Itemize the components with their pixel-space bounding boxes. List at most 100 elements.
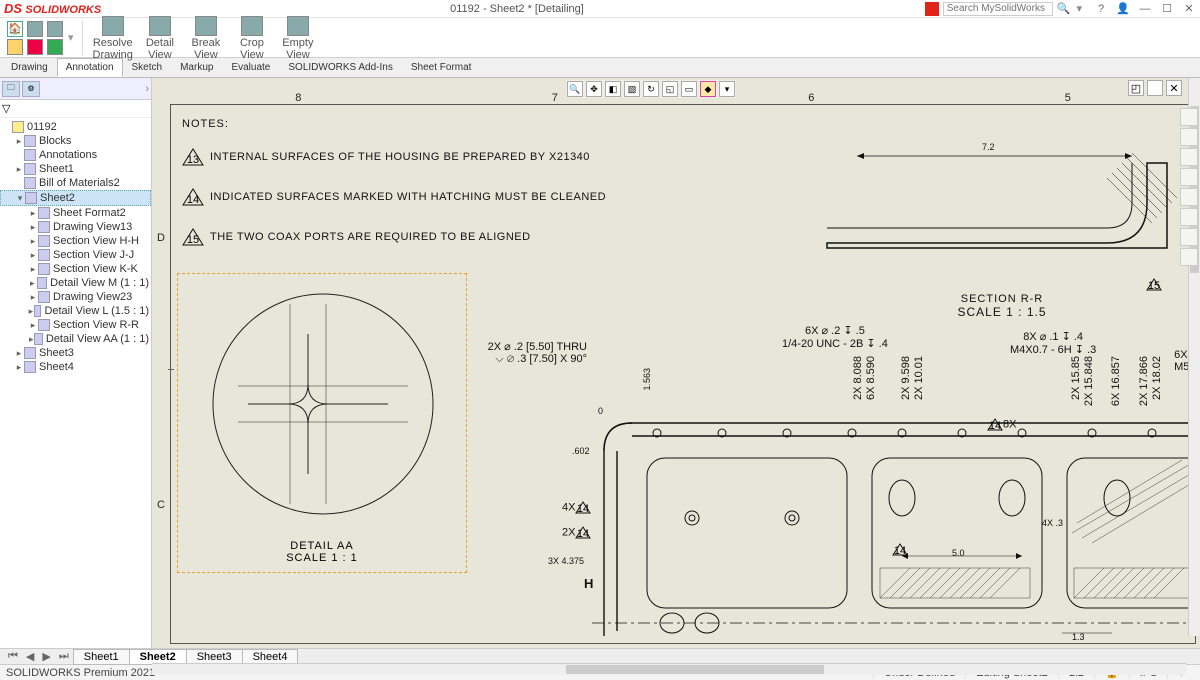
- svg-text:14: 14: [577, 528, 589, 539]
- ribbon-crop-view[interactable]: CropView: [233, 15, 271, 61]
- tree-item[interactable]: ▸Section View J-J: [0, 248, 151, 262]
- close-button[interactable]: ✕: [1182, 2, 1196, 16]
- canvas-scrollbar-h[interactable]: [152, 663, 1186, 675]
- tab-sheet-format[interactable]: Sheet Format: [402, 58, 481, 77]
- tree-item[interactable]: ▸Detail View L (1.5 : 1): [0, 304, 151, 318]
- taskpane-file-explorer-icon[interactable]: [1180, 168, 1198, 186]
- feature-tree: 01192 ▸BlocksAnnotations▸Sheet1Bill of M…: [0, 118, 151, 648]
- detail-aa-title: DETAIL AA: [178, 540, 466, 552]
- flag-15-icon: 15: [1146, 278, 1162, 291]
- sheet-nav-first-icon[interactable]: ⏮: [4, 650, 22, 663]
- section-rr-view[interactable]: 7.2 32 32 15 SECTION R-R SCALE 1 : 1.5: [822, 148, 1182, 323]
- tree-item[interactable]: ▸Drawing View23: [0, 290, 151, 304]
- view-ctl-1-icon[interactable]: ◰: [1128, 80, 1144, 96]
- ribbon-empty-view[interactable]: EmptyView: [279, 15, 317, 61]
- tree-item[interactable]: ▸Section View K-K: [0, 262, 151, 276]
- tab-sketch[interactable]: Sketch: [123, 58, 172, 77]
- tab-markup[interactable]: Markup: [171, 58, 222, 77]
- hud-tool-6-icon[interactable]: ◱: [662, 81, 678, 97]
- maximize-button[interactable]: ☐: [1160, 2, 1174, 16]
- panel-chevron-icon[interactable]: ›: [145, 83, 149, 95]
- flag-triangle-icon: 13: [182, 148, 204, 166]
- section-h-marker: H: [584, 576, 593, 591]
- flag-14-4x: 4X14: [562, 501, 591, 514]
- filter-icon[interactable]: ▽: [2, 102, 14, 114]
- hud-pan-icon[interactable]: ✥: [586, 81, 602, 97]
- main-body-view[interactable]: 2X ⌀ .2 [5.50] THRU⌵ ⌀ .3 [7.50] X 90° 6…: [592, 378, 1200, 644]
- tree-item[interactable]: ▸Sheet4: [0, 360, 151, 374]
- fm-tab-tree-icon[interactable]: 🗀: [2, 81, 20, 97]
- tree-item[interactable]: ▾Sheet2: [0, 190, 151, 206]
- tree-item[interactable]: ▸Sheet1: [0, 162, 151, 176]
- tab-solidworks-add-ins[interactable]: SOLIDWORKS Add-Ins: [279, 58, 401, 77]
- hud-tool-8-icon[interactable]: ◆: [700, 81, 716, 97]
- help-icon[interactable]: ?: [1094, 2, 1108, 16]
- qat-icon-1[interactable]: [27, 21, 43, 37]
- tree-item[interactable]: ▸Sheet3: [0, 346, 151, 360]
- sheet-nav-next-icon[interactable]: ▶: [38, 650, 54, 663]
- taskpane-design-library-icon[interactable]: [1180, 148, 1198, 166]
- hud-zoom-icon[interactable]: 🔍: [567, 81, 583, 97]
- user-icon[interactable]: 👤: [1116, 2, 1130, 16]
- hud-tool-3-icon[interactable]: ◧: [605, 81, 621, 97]
- tree-item[interactable]: Annotations: [0, 148, 151, 162]
- ribbon-resolve-drawing[interactable]: ResolveDrawing: [93, 15, 133, 61]
- tab-evaluate[interactable]: Evaluate: [222, 58, 279, 77]
- sheet-tabs-bar: ⏮ ◀ ▶ ⏭ Sheet1Sheet2Sheet3Sheet4: [0, 648, 1200, 664]
- hud-tool-9-icon[interactable]: ▾: [719, 81, 735, 97]
- taskpane-home-icon[interactable]: [1180, 108, 1198, 126]
- view-ctl-close-icon[interactable]: ✕: [1166, 80, 1182, 96]
- tree-item[interactable]: Bill of Materials2: [0, 176, 151, 190]
- taskpane-view-palette-icon[interactable]: [1180, 188, 1198, 206]
- detail-aa-view[interactable]: DETAIL AA SCALE 1 : 1: [177, 273, 467, 573]
- taskpane-forum-icon[interactable]: [1180, 248, 1198, 266]
- dim-7-2: 7.2: [982, 142, 995, 152]
- taskpane-resources-icon[interactable]: [1180, 128, 1198, 146]
- open-icon[interactable]: [7, 39, 23, 55]
- tree-item[interactable]: ▸Detail View M (1 : 1): [0, 276, 151, 290]
- minimize-button[interactable]: —: [1138, 2, 1152, 16]
- tree-item[interactable]: ▸Detail View AA (1 : 1): [0, 332, 151, 346]
- note-row: 14INDICATED SURFACES MARKED WITH HATCHIN…: [182, 188, 606, 206]
- ribbon-break-view[interactable]: BreakView: [187, 15, 225, 61]
- taskpane-appearances-icon[interactable]: [1180, 208, 1198, 226]
- hud-tool-5-icon[interactable]: ↻: [643, 81, 659, 97]
- mysolidworks-icon[interactable]: [925, 2, 939, 16]
- drawing-canvas[interactable]: 🔍 ✥ ◧ ▧ ↻ ◱ ▭ ◆ ▾ ◰ ✕ 8: [152, 78, 1200, 648]
- sheet-nav-prev-icon[interactable]: ◀: [22, 650, 38, 663]
- flag-14-aa: 14: [892, 543, 908, 556]
- app-logo: DS SOLIDWORKS: [4, 1, 101, 16]
- detail-aa-scale: SCALE 1 : 1: [178, 552, 466, 564]
- feature-manager-panel: 🗀 ⚙ › ▽ 01192 ▸BlocksAnnotations▸Sheet1B…: [0, 78, 152, 648]
- tree-item[interactable]: ▸Blocks: [0, 134, 151, 148]
- svg-text:14: 14: [187, 194, 199, 206]
- sheet-tab-sheet1[interactable]: Sheet1: [73, 649, 130, 665]
- ord-8590: 6X 8.590: [865, 356, 877, 400]
- ribbon-detail-view[interactable]: DetailView: [141, 15, 179, 61]
- dim-4x3: 4X .3: [1042, 518, 1063, 528]
- search-glass-icon[interactable]: 🔍: [1057, 2, 1071, 15]
- tab-drawing[interactable]: Drawing: [2, 58, 57, 77]
- home-icon[interactable]: 🏠: [7, 21, 23, 37]
- hud-tool-7-icon[interactable]: ▭: [681, 81, 697, 97]
- heads-up-toolbar: 🔍 ✥ ◧ ▧ ↻ ◱ ▭ ◆ ▾: [566, 80, 736, 98]
- tree-item[interactable]: ▸Section View H-H: [0, 234, 151, 248]
- view-ctl-2-icon[interactable]: [1147, 80, 1163, 96]
- taskpane-custom-props-icon[interactable]: [1180, 228, 1198, 246]
- sheet-nav-last-icon[interactable]: ⏭: [55, 650, 73, 663]
- tree-item[interactable]: ▸Sheet Format2: [0, 206, 151, 220]
- search-input[interactable]: [943, 2, 1053, 16]
- tree-item[interactable]: ▸Section View R-R: [0, 318, 151, 332]
- annot-unc: 6X ⌀ .2 ↧ .51/4-20 UNC - 2B ↧ .4: [782, 324, 888, 350]
- qat-icon-3[interactable]: [47, 21, 63, 37]
- hud-tool-4-icon[interactable]: ▧: [624, 81, 640, 97]
- fm-tab-config-icon[interactable]: ⚙: [22, 81, 40, 97]
- qat-icon-4[interactable]: [47, 39, 63, 55]
- tree-item[interactable]: ▸Drawing View13: [0, 220, 151, 234]
- qat-icon-2[interactable]: [27, 39, 43, 55]
- ribbon: 🏠 ▾ ResolveDrawingDetailViewBreakViewCro…: [0, 18, 1200, 58]
- tree-root[interactable]: 01192: [0, 120, 151, 134]
- dim-13: 1.3: [1072, 632, 1085, 642]
- svg-text:14: 14: [989, 420, 1001, 431]
- tab-annotation[interactable]: Annotation: [57, 58, 123, 77]
